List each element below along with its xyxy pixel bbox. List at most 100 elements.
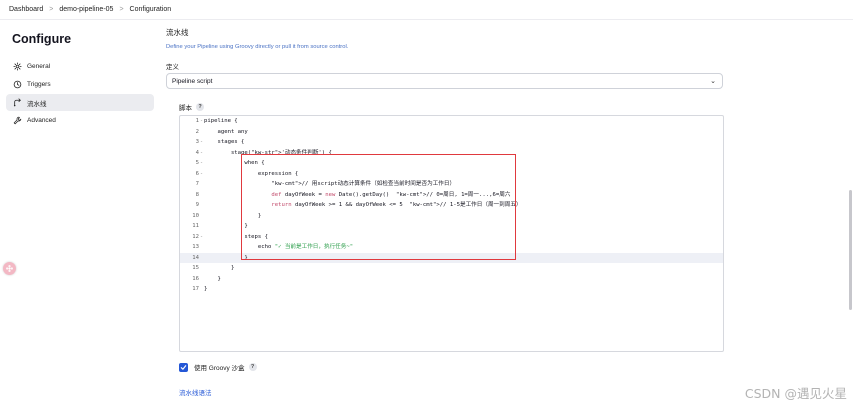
- line-number: 10: [192, 212, 199, 219]
- code-line[interactable]: 7 "kw-cmt">// 用script动态计算条件（如检查当前时间是否为工作…: [180, 179, 723, 190]
- code-line[interactable]: 17}: [180, 284, 723, 295]
- clock-icon: [12, 80, 22, 90]
- code-text: echo "✓ 当前是工作日，执行任务~": [204, 244, 354, 250]
- code-line[interactable]: 3- stages {: [180, 137, 723, 148]
- code-text: return dayOfWeek >= 1 && dayOfWeek <= 5 …: [271, 202, 522, 208]
- line-number: 11: [192, 223, 199, 229]
- floating-assistant-button[interactable]: [3, 262, 16, 275]
- line-number: 4: [195, 149, 199, 156]
- breadcrumb-job[interactable]: demo-pipeline-05: [59, 6, 113, 13]
- code-text: when {: [204, 160, 265, 166]
- definition-select[interactable]: Pipeline script ⌄: [166, 73, 723, 89]
- code-line[interactable]: 12- steps {: [180, 232, 723, 243]
- code-line[interactable]: 5- when {: [180, 158, 723, 169]
- fold-marker-icon[interactable]: -: [200, 137, 203, 148]
- fold-marker-icon[interactable]: -: [200, 158, 203, 169]
- code-text: }: [204, 265, 235, 271]
- line-number: 14: [192, 254, 199, 261]
- pipeline-icon: [12, 98, 22, 108]
- sidebar-item-advanced[interactable]: Advanced: [6, 112, 154, 129]
- help-icon[interactable]: ?: [196, 103, 204, 111]
- code-line[interactable]: 6- expression {: [180, 169, 723, 180]
- code-text: stage("kw-str">'动态条件判断') {: [204, 149, 332, 156]
- code-text: agent any: [204, 128, 248, 135]
- fold-marker-icon[interactable]: -: [200, 232, 203, 243]
- section-description: Define your Pipeline using Groovy direct…: [166, 44, 349, 50]
- sidebar-nav: General Triggers 流水线 Advanced: [6, 58, 154, 130]
- code-text: "kw-cmt">// 用script动态计算条件（如检查当前时间是否为工作日）: [271, 181, 456, 187]
- line-number: 3: [195, 139, 199, 145]
- line-number: 16: [192, 275, 199, 282]
- sidebar-item-general[interactable]: General: [6, 58, 154, 75]
- code-line[interactable]: 16 }: [180, 274, 723, 285]
- sidebar-item-label: 流水线: [27, 100, 47, 108]
- code-text: def dayOfWeek = new Date().getDay() "kw-…: [271, 191, 511, 198]
- gear-icon: [12, 62, 22, 72]
- code-line[interactable]: 14 }: [180, 252, 723, 263]
- line-number: 15: [192, 265, 199, 271]
- breadcrumb-separator: >: [119, 6, 124, 13]
- chevron-down-icon: ⌄: [710, 78, 716, 85]
- fold-marker-icon[interactable]: -: [200, 116, 203, 127]
- pipeline-syntax-link[interactable]: 流水线语法: [179, 387, 212, 397]
- line-number: 9: [195, 202, 199, 208]
- code-text: }: [204, 254, 248, 261]
- code-line[interactable]: 15 }: [180, 263, 723, 274]
- pipeline-section: 流水线 Define your Pipeline using Groovy di…: [166, 20, 726, 410]
- script-editor[interactable]: 17} 16 } 15 } 14 } 13 echo "✓ 当前是工作日，执行任务~" 1…: [179, 115, 724, 352]
- code-text: stages {: [204, 139, 245, 145]
- line-number: 8: [195, 191, 199, 198]
- script-label-text: 脚本: [179, 105, 192, 112]
- line-number: 6: [195, 170, 199, 177]
- code-line[interactable]: 1- pipeline {: [180, 116, 723, 127]
- code-text: }: [204, 223, 248, 229]
- code-text: }: [204, 212, 262, 219]
- page-title: Configure: [12, 32, 72, 46]
- sidebar-item-triggers[interactable]: Triggers: [6, 76, 154, 93]
- groovy-sandbox-label: 使用 Groovy 沙盒: [194, 365, 245, 372]
- flower-icon: [5, 260, 14, 278]
- fold-marker-icon[interactable]: -: [200, 169, 203, 180]
- sidebar-item-label: General: [27, 63, 51, 70]
- breadcrumb-configuration[interactable]: Configuration: [130, 6, 172, 13]
- checkmark-icon: [180, 364, 187, 370]
- code-line[interactable]: 2 agent any: [180, 127, 723, 138]
- definition-label: 定义: [166, 64, 179, 71]
- help-icon[interactable]: ?: [248, 363, 257, 371]
- wrench-icon: [12, 116, 22, 126]
- breadcrumb: Dashboard > demo-pipeline-05 > Configura…: [0, 0, 853, 20]
- fold-marker-icon[interactable]: -: [200, 148, 203, 159]
- line-number: 13: [192, 244, 199, 250]
- code-text: pipeline {: [204, 118, 238, 124]
- code-text: }: [204, 286, 208, 292]
- resize-handle-icon[interactable]: [716, 344, 722, 350]
- breadcrumb-dashboard[interactable]: Dashboard: [9, 6, 43, 13]
- sidebar: Configure General Triggers 流水线 Advanced: [0, 20, 160, 410]
- code-line[interactable]: 9 return dayOfWeek >= 1 && dayOfWeek <= …: [180, 200, 723, 211]
- page-scrollbar[interactable]: [847, 20, 853, 410]
- line-number: 12: [192, 233, 199, 240]
- code-line[interactable]: 8 def dayOfWeek = new Date().getDay() "k…: [180, 190, 723, 201]
- section-title: 流水线: [166, 28, 189, 37]
- definition-value: Pipeline script: [172, 77, 213, 85]
- line-number: 5: [195, 160, 199, 166]
- script-label: 脚本 ?: [179, 102, 204, 112]
- code-text: }: [204, 275, 221, 282]
- code-line[interactable]: 13 echo "✓ 当前是工作日，执行任务~": [180, 242, 723, 253]
- line-number: 7: [195, 181, 199, 187]
- code-text: expression {: [204, 170, 299, 177]
- code-text: steps {: [204, 233, 268, 240]
- code-line[interactable]: 4- stage("kw-str">'动态条件判断') {: [180, 148, 723, 159]
- breadcrumb-separator: >: [49, 6, 54, 13]
- groovy-sandbox-checkbox[interactable]: [179, 362, 188, 372]
- sidebar-item-label: Advanced: [27, 117, 56, 124]
- scrollbar-thumb[interactable]: [849, 190, 852, 310]
- sidebar-item-pipeline[interactable]: 流水线: [6, 94, 154, 111]
- line-number: 17: [192, 286, 199, 292]
- code-line[interactable]: 11 }: [180, 221, 723, 232]
- groovy-sandbox-option: 使用 Groovy 沙盒 ?: [179, 362, 257, 372]
- watermark: CSDN @遇见火星: [744, 386, 847, 401]
- code-line[interactable]: 10 }: [180, 211, 723, 222]
- line-number: 2: [195, 128, 199, 135]
- line-number: 1: [195, 118, 199, 124]
